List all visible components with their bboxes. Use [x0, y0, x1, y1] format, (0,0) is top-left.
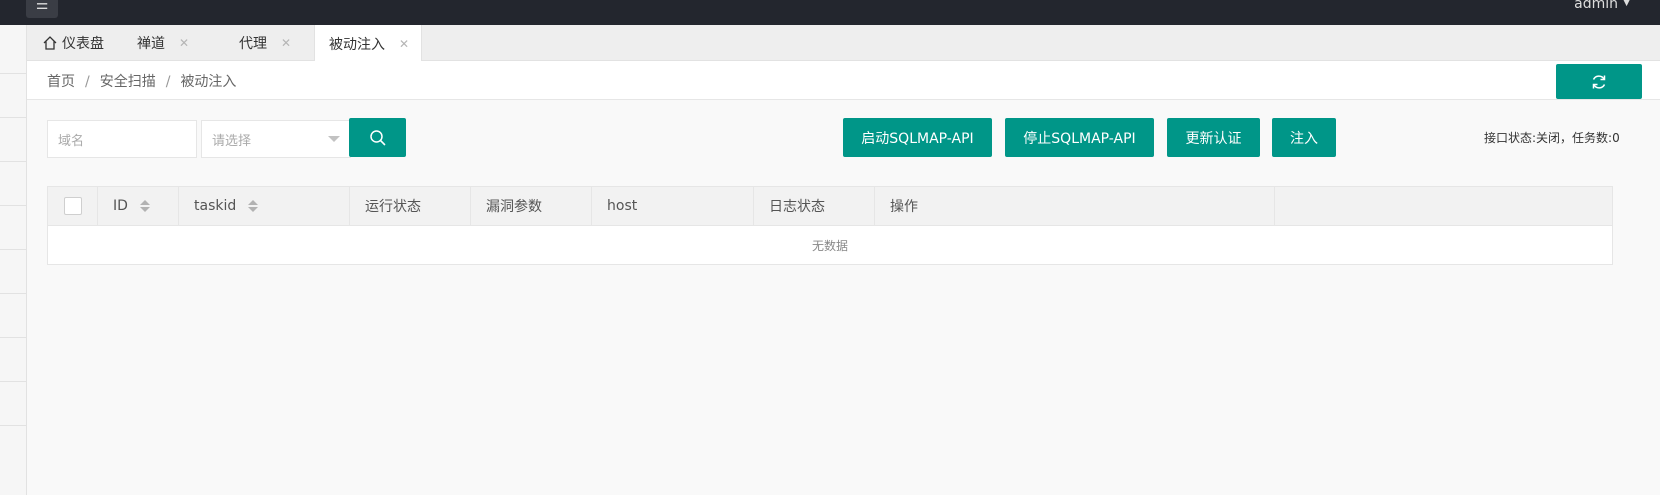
tab-label: 禅道 [137, 36, 165, 52]
main-content [27, 100, 1660, 495]
sort-icon[interactable] [248, 200, 259, 212]
side-nav-collapsed [0, 25, 27, 495]
close-icon[interactable]: ✕ [399, 37, 409, 51]
column-label: 漏洞参数 [486, 199, 542, 215]
refresh-icon [1592, 74, 1606, 89]
column-vuln-params: 漏洞参数 [471, 187, 592, 225]
breadcrumb: 首页 / 安全扫描 / 被动注入 [47, 74, 237, 90]
column-id[interactable]: ID [98, 187, 179, 225]
start-sqlmap-api-button[interactable]: 启动SQLMAP-API [843, 118, 992, 157]
menu-toggle-button[interactable]: ☰ [26, 0, 58, 18]
header-select-all [48, 187, 98, 225]
inject-button[interactable]: 注入 [1272, 118, 1336, 157]
chevron-down-icon: ▼ [1623, 0, 1630, 8]
list-icon: ☰ [35, 0, 49, 13]
tab-label: 被动注入 [329, 36, 385, 53]
breadcrumb-security-scan[interactable]: 安全扫描 [100, 74, 156, 90]
home-icon [43, 36, 57, 50]
column-label: host [607, 198, 638, 214]
column-label: 日志状态 [769, 199, 825, 215]
tab-bar: 仪表盘 禅道 ✕ 代理 ✕ 被动注入 ✕ [27, 25, 1660, 62]
breadcrumb-current: 被动注入 [180, 74, 237, 90]
breadcrumb-bar: 首页 / 安全扫描 / 被动注入 [27, 61, 1660, 100]
tab-chandao[interactable]: 禅道 ✕ [137, 25, 189, 61]
tab-label: 代理 [239, 36, 267, 52]
task-table: ID taskid 运行状态 漏洞参数 host 日志状态 操作 无数据 [47, 186, 1613, 265]
select-all-checkbox[interactable] [64, 197, 82, 215]
stop-sqlmap-api-button[interactable]: 停止SQLMAP-API [1005, 118, 1154, 157]
column-label: 操作 [890, 199, 918, 215]
column-label: 运行状态 [365, 199, 421, 215]
column-label: taskid [194, 198, 237, 214]
update-auth-button[interactable]: 更新认证 [1167, 118, 1260, 157]
empty-state: 无数据 [811, 238, 848, 253]
select-placeholder: 请选择 [212, 133, 252, 149]
column-host: host [592, 187, 754, 225]
domain-input[interactable]: 域名 [47, 120, 197, 158]
table-header: ID taskid 运行状态 漏洞参数 host 日志状态 操作 [48, 187, 1612, 226]
column-label: ID [113, 198, 128, 214]
tab-passive-injection[interactable]: 被动注入 ✕ [314, 25, 422, 62]
domain-placeholder: 域名 [58, 133, 85, 149]
search-button[interactable] [349, 118, 406, 157]
sort-icon[interactable] [139, 200, 150, 212]
top-navbar: ☰ admin ▼ [0, 0, 1660, 25]
tab-dashboard[interactable]: 仪表盘 [42, 25, 104, 61]
column-actions: 操作 [875, 187, 1275, 225]
breadcrumb-home[interactable]: 首页 [47, 74, 75, 90]
tab-proxy[interactable]: 代理 ✕ [239, 25, 291, 61]
close-icon[interactable]: ✕ [179, 36, 189, 50]
refresh-button[interactable] [1556, 64, 1642, 99]
close-icon[interactable]: ✕ [281, 36, 291, 50]
column-log-status: 日志状态 [754, 187, 875, 225]
user-menu[interactable]: admin [1574, 0, 1618, 12]
search-icon [369, 129, 385, 145]
chevron-down-icon [328, 136, 340, 142]
column-taskid[interactable]: taskid [179, 187, 350, 225]
select-dropdown[interactable]: 请选择 [201, 120, 351, 158]
tab-label: 仪表盘 [62, 36, 104, 52]
column-run-status: 运行状态 [350, 187, 471, 225]
api-status-text: 接口状态:关闭，任务数:0 [1484, 131, 1620, 145]
